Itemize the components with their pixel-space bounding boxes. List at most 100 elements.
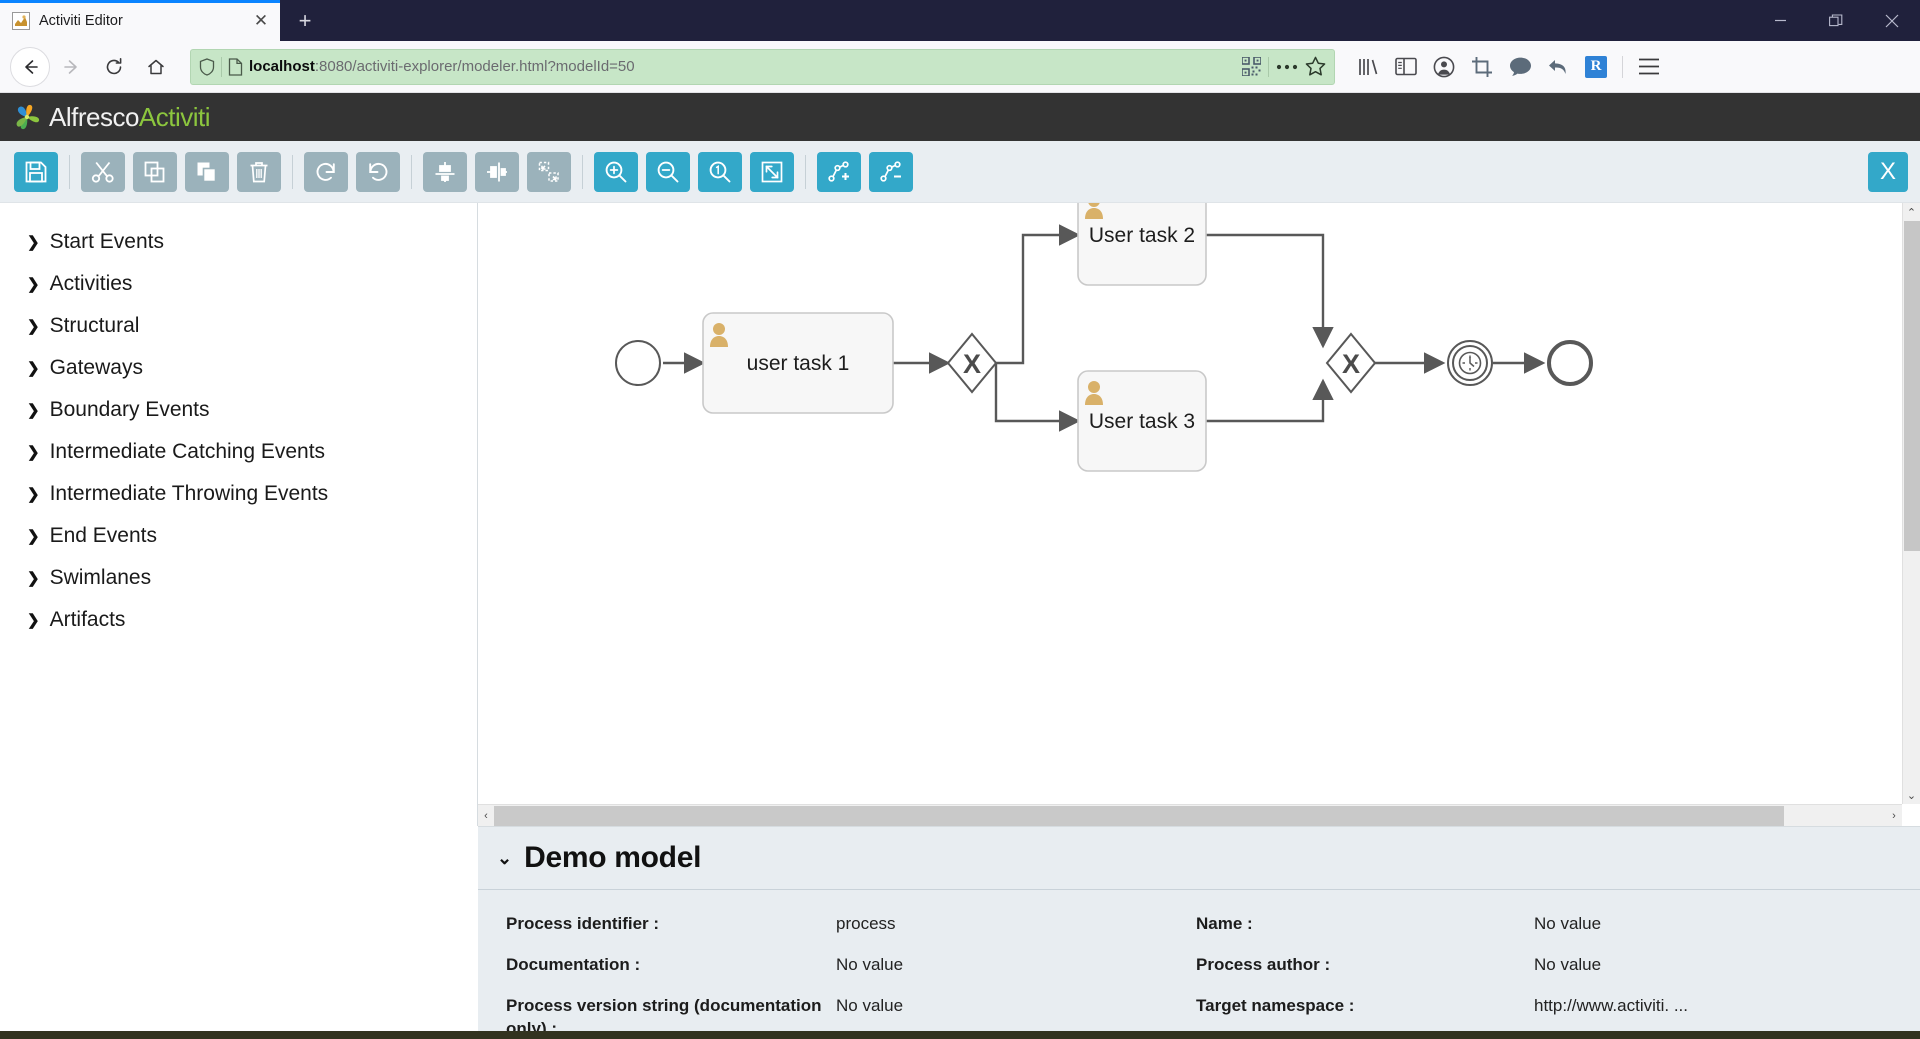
screenshot-crop-icon[interactable]	[1465, 50, 1499, 84]
library-icon[interactable]	[1351, 50, 1385, 84]
tab-title: Activiti Editor	[39, 12, 123, 29]
bpmn-exclusive-gateway-join[interactable]: X	[1325, 332, 1377, 394]
bpmn-exclusive-gateway-split[interactable]: X	[946, 332, 998, 394]
bpmn-user-task-2[interactable]: User task 2	[1077, 203, 1207, 286]
qr-code-icon[interactable]	[1242, 57, 1261, 76]
vertical-scroll-thumb[interactable]	[1904, 221, 1920, 551]
close-button[interactable]	[1864, 0, 1920, 41]
activiti-favicon-icon	[12, 11, 30, 30]
palette-group-intermediate-throwing-events[interactable]: ❯ Intermediate Throwing Events	[0, 473, 477, 515]
scroll-left-arrow-icon[interactable]: ‹	[478, 810, 494, 822]
property-value[interactable]: No value	[1534, 904, 1920, 945]
hamburger-menu-icon[interactable]	[1632, 50, 1666, 84]
forward-arrow-icon[interactable]	[52, 47, 92, 87]
add-bendpoint-button[interactable]	[817, 151, 861, 192]
chevron-right-icon: ❯	[27, 275, 40, 293]
extension-badge-r[interactable]: R	[1579, 50, 1613, 84]
task-label: user task 1	[747, 352, 850, 375]
window-controls	[1752, 0, 1920, 41]
palette-group-intermediate-catching-events[interactable]: ❯ Intermediate Catching Events	[0, 431, 477, 473]
palette-group-label: Start Events	[49, 230, 164, 253]
properties-header[interactable]: ⌄ Demo model	[478, 827, 1920, 890]
toolbar-divider-4	[582, 154, 583, 189]
new-tab-button[interactable]: +	[286, 5, 324, 37]
zoom-fit-button[interactable]	[750, 151, 794, 192]
browser-titlebar: Activiti Editor ✕ +	[0, 0, 1920, 41]
back-arrow-icon[interactable]	[10, 46, 50, 87]
zoom-actual-size-button[interactable]	[698, 151, 742, 192]
account-icon[interactable]	[1427, 50, 1461, 84]
redo-button[interactable]	[304, 151, 348, 192]
scroll-up-arrow-icon[interactable]: ⌃	[1903, 203, 1920, 221]
property-value[interactable]: No value	[1534, 945, 1920, 986]
horizontal-scroll-track[interactable]	[494, 805, 1886, 826]
palette-group-artifacts[interactable]: ❯ Artifacts	[0, 599, 477, 641]
paste-button[interactable]	[185, 151, 229, 192]
undo-arrow-icon[interactable]	[1541, 50, 1575, 84]
delete-button[interactable]	[237, 151, 281, 192]
chat-bubble-icon[interactable]	[1503, 50, 1537, 84]
palette-group-activities[interactable]: ❯ Activities	[0, 263, 477, 305]
palette-group-label: Artifacts	[49, 608, 126, 631]
ellipsis-icon[interactable]	[1276, 63, 1298, 71]
palette-group-label: Gateways	[49, 356, 143, 379]
property-value[interactable]: No value	[836, 945, 1196, 986]
chevron-right-icon: ❯	[27, 317, 40, 335]
palette-sidebar: ❯ Start Events ❯ Activities ❯ Structural…	[0, 203, 478, 826]
palette-group-end-events[interactable]: ❯ End Events	[0, 515, 477, 557]
properties-panel: ⌄ Demo model Process identifier : proces…	[478, 826, 1920, 1039]
palette-group-gateways[interactable]: ❯ Gateways	[0, 347, 477, 389]
undo-button[interactable]	[356, 151, 400, 192]
reload-icon[interactable]	[94, 47, 134, 87]
app-logo[interactable]: AlfrescoActiviti	[12, 102, 211, 133]
home-icon[interactable]	[136, 47, 176, 87]
gateway-label: X	[1342, 349, 1360, 379]
align-horizontal-button[interactable]	[475, 151, 519, 192]
align-vertical-button[interactable]	[423, 151, 467, 192]
palette-group-label: Intermediate Catching Events	[49, 440, 326, 463]
star-icon[interactable]	[1305, 56, 1326, 77]
screen-bottom-strip	[0, 1031, 1920, 1039]
canvas-vertical-scrollbar[interactable]: ⌃ ⌄	[1902, 203, 1920, 804]
bpmn-user-task-1[interactable]: user task 1	[702, 312, 894, 414]
cut-button[interactable]	[81, 151, 125, 192]
palette-group-start-events[interactable]: ❯ Start Events	[0, 221, 477, 263]
bpmn-intermediate-timer-catch-event[interactable]	[1447, 340, 1493, 386]
scroll-down-arrow-icon[interactable]: ⌄	[1903, 786, 1920, 804]
remove-bendpoint-button[interactable]	[869, 151, 913, 192]
palette-group-label: Structural	[49, 314, 140, 337]
copy-button[interactable]	[133, 151, 177, 192]
browser-tab[interactable]: Activiti Editor ✕	[0, 0, 280, 41]
chevron-right-icon: ❯	[27, 569, 40, 587]
sidebar-icon[interactable]	[1389, 50, 1423, 84]
bpmn-start-event[interactable]	[615, 340, 661, 386]
url-bar[interactable]: localhost:8080/activiti-explorer/modeler…	[190, 48, 1335, 85]
bpmn-end-event[interactable]	[1547, 340, 1593, 386]
horizontal-scroll-thumb[interactable]	[494, 805, 1784, 826]
same-size-button[interactable]	[527, 151, 571, 192]
zoom-out-button[interactable]	[646, 151, 690, 192]
save-button[interactable]	[14, 151, 58, 192]
scroll-right-arrow-icon[interactable]: ›	[1886, 810, 1902, 822]
palette-group-structural[interactable]: ❯ Structural	[0, 305, 477, 347]
bpmn-canvas[interactable]: user task 1 X User task 2 User task 3 X	[478, 203, 1902, 804]
tab-close-icon[interactable]: ✕	[250, 10, 272, 32]
app-brand-text: AlfrescoActiviti	[49, 102, 211, 133]
bpmn-diagram[interactable]: user task 1 X User task 2 User task 3 X	[478, 203, 1902, 804]
toolbar-divider-2	[292, 154, 293, 189]
browser-extension-toolbar: R	[1345, 50, 1666, 84]
minimize-button[interactable]	[1752, 0, 1808, 41]
palette-group-label: Boundary Events	[49, 398, 210, 421]
palette-group-swimlanes[interactable]: ❯ Swimlanes	[0, 557, 477, 599]
restore-button[interactable]	[1808, 0, 1864, 41]
canvas-horizontal-scrollbar[interactable]: ‹ ›	[478, 804, 1902, 826]
toolbar-divider-5	[805, 154, 806, 189]
diagram-canvas-area[interactable]: user task 1 X User task 2 User task 3 X …	[478, 203, 1920, 826]
property-value[interactable]: process	[836, 904, 1196, 945]
palette-group-boundary-events[interactable]: ❯ Boundary Events	[0, 389, 477, 431]
zoom-in-button[interactable]	[594, 151, 638, 192]
url-text: localhost:8080/activiti-explorer/modeler…	[249, 58, 635, 75]
bpmn-user-task-3[interactable]: User task 3	[1077, 370, 1207, 472]
chevron-down-icon[interactable]: ⌄	[497, 849, 512, 867]
close-editor-button[interactable]: X	[1868, 151, 1908, 192]
